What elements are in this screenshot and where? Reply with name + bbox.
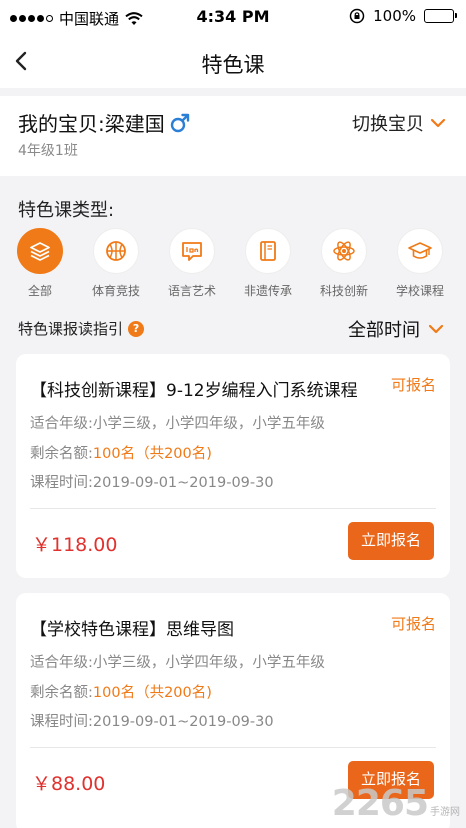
- grades-value: 小学三级，小学四年级，小学五年级: [92, 416, 325, 432]
- male-icon: [170, 113, 189, 132]
- enrollment-guide-link[interactable]: 特色课报读指引 ?: [18, 318, 145, 339]
- category-language[interactable]: 语言艺术: [154, 228, 230, 299]
- course-time: 课程时间:2019-09-01~2019-09-30: [30, 471, 274, 492]
- category-label: 体育竞技: [91, 284, 140, 298]
- course-status: 可报名: [390, 376, 436, 394]
- switch-baby-label: 切换宝贝: [352, 114, 424, 135]
- course-title: 【学校特色课程】思维导图: [30, 620, 234, 640]
- time-value: 2019-09-01~2019-09-30: [92, 714, 274, 730]
- status-right: 100%: [349, 7, 457, 25]
- watermark-text: 手游网: [430, 807, 460, 818]
- category-label: 学校课程: [395, 284, 444, 298]
- page-title: 特色课: [201, 53, 265, 77]
- time-filter-dropdown[interactable]: 全部时间: [348, 316, 444, 342]
- status-bar: 中国联通 4:34 PM 100%: [0, 0, 466, 34]
- divider: [30, 508, 436, 509]
- course-card[interactable]: 【科技创新课程】9-12岁编程入门系统课程 可报名 适合年级:小学三级，小学四年…: [16, 354, 450, 578]
- category-label: 全部: [27, 284, 52, 298]
- course-time: 课程时间:2019-09-01~2019-09-30: [30, 710, 274, 731]
- course-price: ￥88.00: [32, 773, 106, 795]
- switch-baby-button[interactable]: 切换宝贝: [352, 110, 446, 136]
- basketball-icon: [93, 228, 139, 274]
- baby-card: 我的宝贝:梁建国 4年级1班 切换宝贝: [0, 96, 466, 176]
- time-value: 2019-09-01~2019-09-30: [92, 475, 274, 491]
- back-button[interactable]: [6, 44, 40, 78]
- category-school[interactable]: 学校课程: [382, 228, 458, 299]
- quota-label: 剩余名额:: [30, 446, 93, 462]
- baby-name: 我的宝贝:梁建国: [18, 112, 165, 136]
- course-grades: 适合年级:小学三级，小学四年级，小学五年级: [30, 412, 325, 433]
- orientation-lock-icon: [349, 8, 365, 24]
- atom-icon: [321, 228, 367, 274]
- course-status: 可报名: [390, 615, 436, 633]
- time-label: 课程时间:: [30, 714, 93, 730]
- category-section-title: 特色课类型:: [18, 200, 115, 221]
- watermark-number: 2265: [331, 783, 429, 824]
- course-title: 【科技创新课程】9-12岁编程入门系统课程: [30, 381, 358, 401]
- baby-name-row: 我的宝贝:梁建国: [18, 108, 191, 137]
- category-all[interactable]: 全部: [2, 228, 78, 299]
- nav-bar: 特色课: [0, 34, 466, 88]
- category-row: 全部 体育竞技 语言艺术 非遗传承 科技创新 学校课程: [0, 228, 466, 300]
- guide-label: 特色课报读指引: [18, 320, 124, 338]
- grades-value: 小学三级，小学四年级，小学五年级: [92, 655, 325, 671]
- help-icon: ?: [128, 320, 145, 337]
- graduation-cap-icon: [397, 228, 443, 274]
- grades-label: 适合年级:: [30, 416, 93, 432]
- category-label: 非遗传承: [243, 284, 292, 298]
- quota-label: 剩余名额:: [30, 685, 93, 701]
- course-quota: 剩余名额:100名（共200名): [30, 442, 212, 463]
- category-heritage[interactable]: 非遗传承: [230, 228, 306, 299]
- chevron-down-icon: [430, 118, 446, 128]
- divider: [30, 747, 436, 748]
- baby-class: 4年级1班: [18, 143, 78, 159]
- category-sports[interactable]: 体育竞技: [78, 228, 154, 299]
- time-filter-label: 全部时间: [348, 320, 420, 341]
- chevron-left-icon: [15, 51, 27, 71]
- chevron-down-icon: [428, 324, 444, 334]
- layers-icon: [17, 228, 63, 274]
- category-label: 科技创新: [319, 284, 368, 298]
- category-label: 语言艺术: [167, 284, 216, 298]
- signup-button[interactable]: 立即报名: [348, 522, 434, 560]
- quota-value: 100名（共200名): [92, 446, 212, 462]
- battery-percent: 100%: [373, 7, 416, 25]
- category-tech[interactable]: 科技创新: [306, 228, 382, 299]
- grades-label: 适合年级:: [30, 655, 93, 671]
- battery-icon: [424, 9, 457, 23]
- quota-value: 100名（共200名): [92, 685, 212, 701]
- book-icon: [245, 228, 291, 274]
- course-quota: 剩余名额:100名（共200名): [30, 681, 212, 702]
- course-price: ￥118.00: [32, 534, 118, 556]
- course-grades: 适合年级:小学三级，小学四年级，小学五年级: [30, 651, 325, 672]
- watermark-logo: 2265 手游网: [332, 783, 460, 824]
- time-label: 课程时间:: [30, 475, 93, 491]
- speech-bubble-icon: [169, 228, 215, 274]
